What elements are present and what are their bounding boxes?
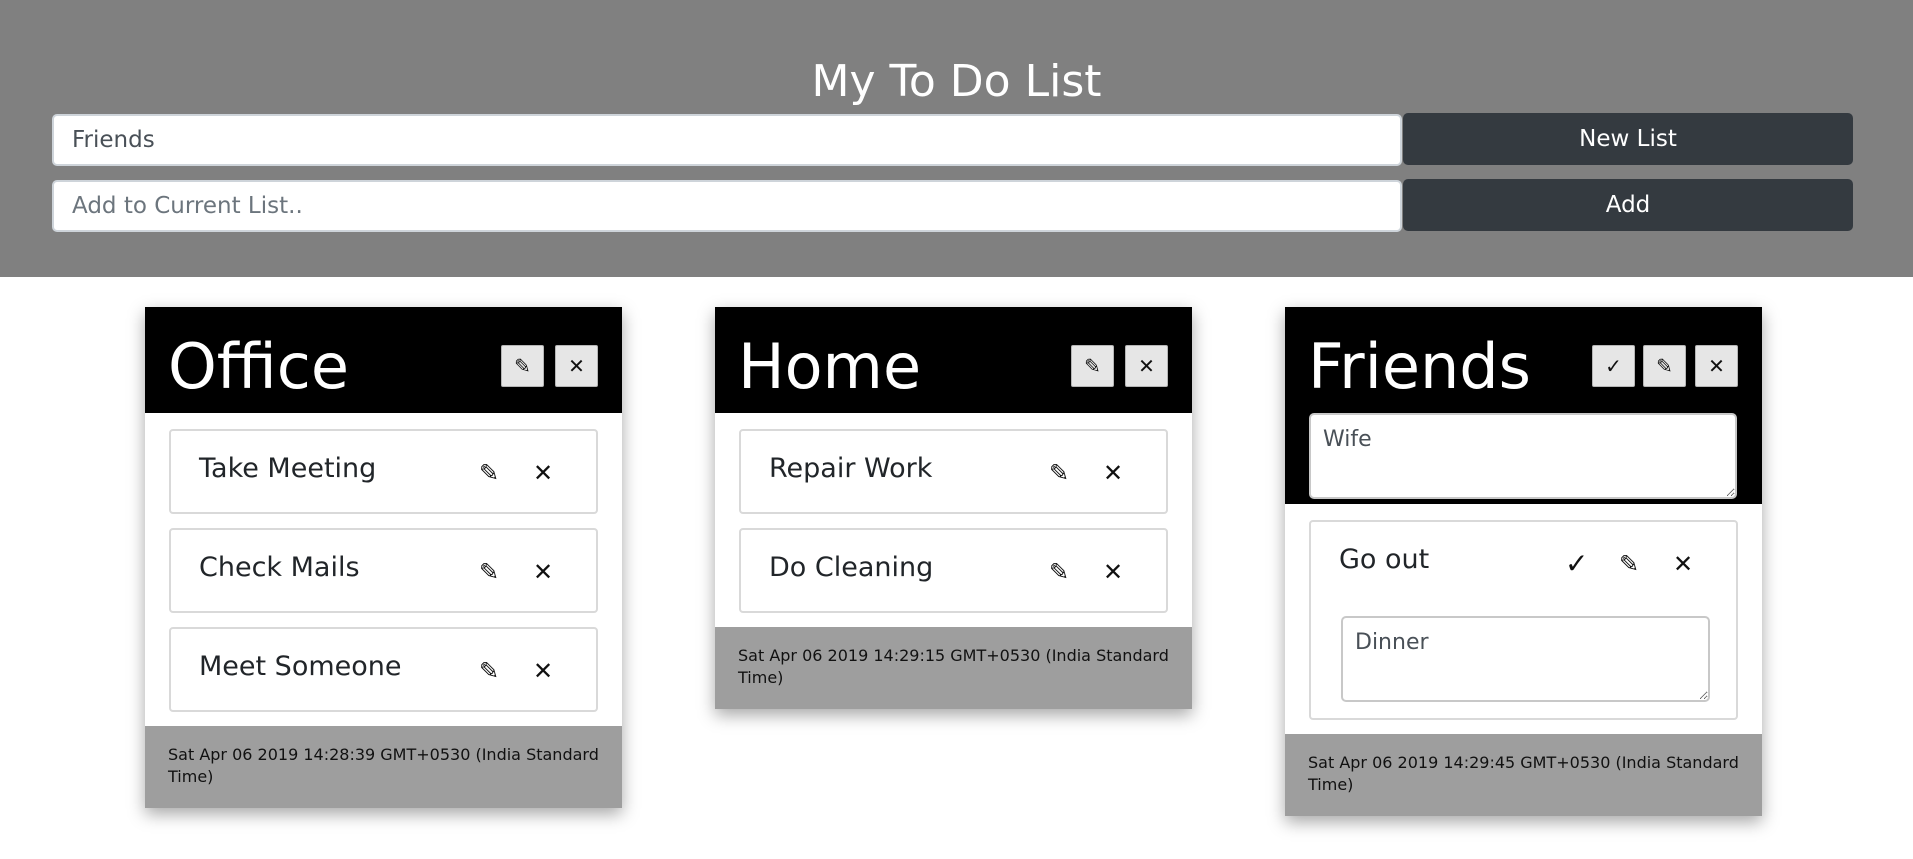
card-timestamp: Sat Apr 06 2019 14:29:45 GMT+0530 (India… <box>1285 734 1762 816</box>
card-items: Go out ✓ ✎ ✕ Dinner <box>1285 504 1762 720</box>
list-item: Go out ✓ ✎ ✕ Dinner <box>1309 520 1738 720</box>
close-icon[interactable]: ✕ <box>533 558 553 586</box>
edit-list-button[interactable]: ✎ <box>1643 345 1686 387</box>
close-icon[interactable]: ✕ <box>533 657 553 685</box>
list-card-home: Home ✎ ✕ Repair Work ✎ ✕ Do Cleaning ✎ ✕… <box>715 307 1192 709</box>
list-title: Home <box>738 330 922 403</box>
pencil-icon: ✎ <box>1084 354 1101 378</box>
card-header: Friends ✓ ✎ ✕ Wife <box>1285 307 1762 504</box>
card-items: Repair Work ✎ ✕ Do Cleaning ✎ ✕ <box>715 413 1192 613</box>
close-icon: ✕ <box>1138 354 1155 378</box>
list-item: Meet Someone ✎ ✕ <box>169 627 598 712</box>
pencil-icon[interactable]: ✎ <box>479 558 499 586</box>
pencil-icon: ✎ <box>1656 354 1673 378</box>
item-edit-field[interactable]: Dinner <box>1341 616 1710 702</box>
card-header: Home ✎ ✕ <box>715 307 1192 413</box>
pencil-icon[interactable]: ✎ <box>1619 550 1639 578</box>
close-icon[interactable]: ✕ <box>1673 550 1693 578</box>
list-title: Friends <box>1308 330 1531 403</box>
edit-list-button[interactable]: ✎ <box>1071 345 1114 387</box>
pencil-icon[interactable]: ✎ <box>479 459 499 487</box>
new-list-button[interactable]: New List <box>1403 113 1853 165</box>
close-icon[interactable]: ✕ <box>1103 558 1123 586</box>
list-title-edit-field[interactable]: Wife <box>1309 413 1737 499</box>
app-header: My To Do List New List Add <box>0 0 1913 277</box>
list-item: Take Meeting ✎ ✕ <box>169 429 598 514</box>
card-timestamp: Sat Apr 06 2019 14:28:39 GMT+0530 (India… <box>145 726 622 808</box>
list-item: Check Mails ✎ ✕ <box>169 528 598 613</box>
close-icon: ✕ <box>568 354 585 378</box>
add-item-input[interactable] <box>52 180 1402 232</box>
checkmark-icon: ✓ <box>1605 354 1622 378</box>
confirm-list-button[interactable]: ✓ <box>1592 345 1635 387</box>
pencil-icon: ✎ <box>514 354 531 378</box>
card-header: Office ✎ ✕ <box>145 307 622 413</box>
pencil-icon[interactable]: ✎ <box>479 657 499 685</box>
delete-list-button[interactable]: ✕ <box>1695 345 1738 387</box>
item-label: Meet Someone <box>199 651 402 682</box>
close-icon: ✕ <box>1708 354 1725 378</box>
list-title: Office <box>168 330 349 403</box>
item-label: Repair Work <box>769 453 933 484</box>
list-item: Do Cleaning ✎ ✕ <box>739 528 1168 613</box>
page-title: My To Do List <box>811 56 1102 107</box>
checkmark-icon[interactable]: ✓ <box>1565 550 1588 578</box>
close-icon[interactable]: ✕ <box>533 459 553 487</box>
add-item-button[interactable]: Add <box>1403 179 1853 231</box>
card-timestamp: Sat Apr 06 2019 14:29:15 GMT+0530 (India… <box>715 627 1192 709</box>
delete-list-button[interactable]: ✕ <box>1125 345 1168 387</box>
pencil-icon[interactable]: ✎ <box>1049 459 1069 487</box>
close-icon[interactable]: ✕ <box>1103 459 1123 487</box>
item-label: Go out <box>1339 544 1430 575</box>
list-card-office: Office ✎ ✕ Take Meeting ✎ ✕ Check Mails … <box>145 307 622 808</box>
pencil-icon[interactable]: ✎ <box>1049 558 1069 586</box>
list-item: Repair Work ✎ ✕ <box>739 429 1168 514</box>
item-label: Check Mails <box>199 552 360 583</box>
card-items: Take Meeting ✎ ✕ Check Mails ✎ ✕ Meet So… <box>145 413 622 712</box>
list-name-input[interactable] <box>52 114 1402 166</box>
delete-list-button[interactable]: ✕ <box>555 345 598 387</box>
list-card-friends: Friends ✓ ✎ ✕ Wife Go out ✓ ✎ ✕ Dinner S… <box>1285 307 1762 816</box>
item-label: Do Cleaning <box>769 552 934 583</box>
edit-list-button[interactable]: ✎ <box>501 345 544 387</box>
item-label: Take Meeting <box>199 453 377 484</box>
